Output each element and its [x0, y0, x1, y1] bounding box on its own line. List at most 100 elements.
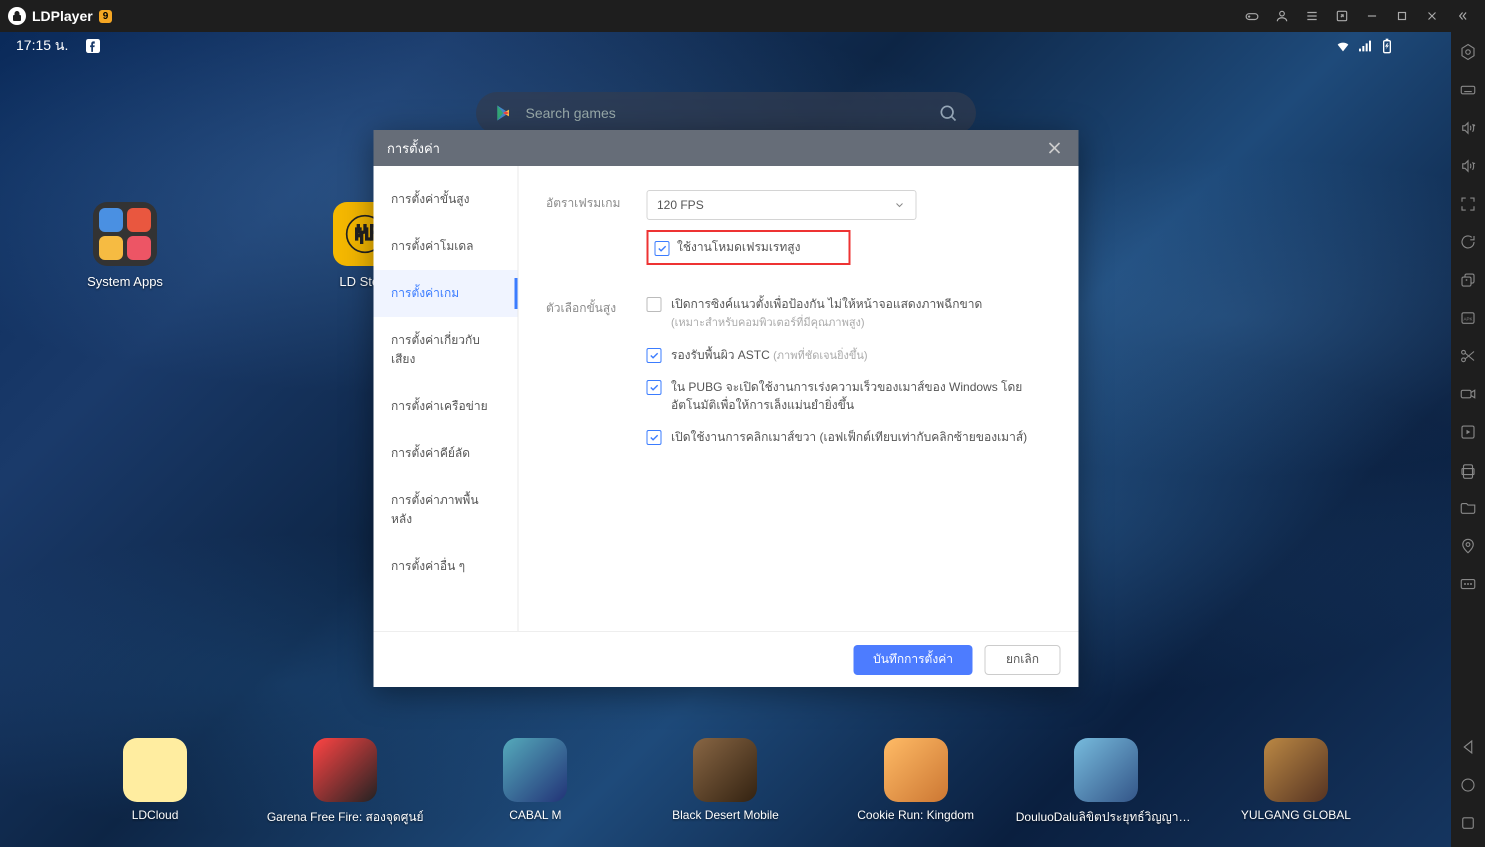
fullscreen-icon[interactable] [1458, 194, 1478, 214]
search-icon[interactable] [938, 103, 958, 123]
sidebar-item-6[interactable]: การตั้งค่าภาพพื้นหลัง [373, 477, 517, 543]
chevron-down-icon [893, 199, 905, 211]
sidebar-item-1[interactable]: การตั้งค่าโมเดล [373, 223, 517, 270]
taskbar-img [1264, 738, 1328, 802]
framerate-dropdown[interactable]: 120 FPS [646, 190, 916, 220]
astc-label: รองรับพื้นผิว ASTC [671, 348, 770, 362]
version-badge: 9 [99, 10, 113, 23]
astc-checkbox[interactable] [646, 348, 661, 363]
home-nav-icon[interactable] [1458, 775, 1478, 795]
rightclick-checkbox[interactable] [646, 430, 661, 445]
sidebar-item-4[interactable]: การตั้งค่าเครือข่าย [373, 383, 517, 430]
pubg-checkbox[interactable] [646, 380, 661, 395]
volume-down-icon[interactable] [1458, 156, 1478, 176]
modal-footer: บันทึกการตั้งค่า ยกเลิก [373, 631, 1078, 687]
sidebar-item-3[interactable]: การตั้งค่าเกี่ยวกับเสียง [373, 317, 517, 383]
taskbar-item-5[interactable]: DouluoDaluลิขิตประยุทธ์วิญญาณาจารย์ [1031, 738, 1181, 827]
search-input[interactable] [526, 105, 926, 121]
framerate-label: อัตราเฟรมเกม [546, 190, 626, 213]
operation-record-icon[interactable] [1458, 422, 1478, 442]
pubg-label: ใน PUBG จะเปิดใช้งานการเร่งความเร็วของเม… [671, 380, 1022, 412]
gamepad-icon[interactable] [1237, 1, 1267, 31]
taskbar-label: LDCloud [132, 808, 179, 822]
location-icon[interactable] [1458, 536, 1478, 556]
play-store-icon [494, 103, 514, 123]
menu-icon[interactable] [1297, 1, 1327, 31]
high-fps-label: ใช้งานโหมดเฟรมเรทสูง [677, 238, 800, 257]
save-button[interactable]: บันทึกการตั้งค่า [853, 645, 973, 675]
modal-header: การตั้งค่า [373, 130, 1078, 166]
high-fps-checkbox[interactable] [654, 241, 669, 256]
multi-instance-icon[interactable] [1458, 270, 1478, 290]
logo-mark-icon [8, 7, 26, 25]
facebook-icon[interactable] [86, 39, 100, 53]
system-apps-icon[interactable]: System Apps [80, 202, 170, 289]
close-icon[interactable] [1044, 138, 1064, 158]
popout-icon[interactable] [1327, 1, 1357, 31]
titlebar: LDPlayer 9 [0, 0, 1485, 32]
volume-up-icon[interactable] [1458, 118, 1478, 138]
app-name: LDPlayer [32, 8, 93, 24]
cancel-button[interactable]: ยกเลิก [985, 645, 1060, 675]
search-bar[interactable] [476, 92, 976, 134]
apk-icon[interactable]: APK [1458, 308, 1478, 328]
modal-sidebar: การตั้งค่าขั้นสูงการตั้งค่าโมเดลการตั้งค… [373, 166, 518, 631]
astc-sublabel: (ภาพที่ชัดเจนยิ่งขึ้น) [773, 350, 867, 362]
taskbar-item-4[interactable]: Cookie Run: Kingdom [841, 738, 991, 827]
settings-gear-icon[interactable] [1458, 42, 1478, 62]
sidebar-item-0[interactable]: การตั้งค่าขั้นสูง [373, 176, 517, 223]
taskbar-img [503, 738, 567, 802]
minimize-button[interactable] [1357, 1, 1387, 31]
taskbar-item-6[interactable]: YULGANG GLOBAL [1221, 738, 1371, 827]
taskbar-img [313, 738, 377, 802]
screenshot-icon[interactable] [1458, 460, 1478, 480]
sidebar-item-5[interactable]: การตั้งค่าคีย์ลัด [373, 430, 517, 477]
taskbar-item-0[interactable]: LDCloud [80, 738, 230, 827]
framerate-value: 120 FPS [657, 198, 704, 212]
taskbar-label: CABAL M [509, 808, 561, 822]
advanced-label: ตัวเลือกขั้นสูง [546, 295, 626, 318]
taskbar-item-1[interactable]: Garena Free Fire: สองจุดศูนย์ [270, 738, 420, 827]
vsync-sublabel: (เหมาะสำหรับคอมพิวเตอร์ที่มีคุณภาพสูง) [671, 317, 865, 329]
recent-nav-icon[interactable] [1458, 813, 1478, 833]
vsync-label: เปิดการซิงค์แนวตั้งเพื่อป้องกัน ไม่ให้หน… [671, 297, 982, 311]
sidebar-item-2[interactable]: การตั้งค่าเกม [373, 270, 517, 317]
rightclick-label: เปิดใช้งานการคลิกเมาส์ขวา (เอฟเฟ็กต์เทีย… [671, 430, 1027, 444]
battery-icon [1379, 38, 1395, 54]
folder-icon[interactable] [1458, 498, 1478, 518]
modal-content: อัตราเฟรมเกม 120 FPS ใช้งานโหมดเฟรมเรทสู… [518, 166, 1078, 631]
high-fps-highlight: ใช้งานโหมดเฟรมเรทสูง [646, 230, 850, 265]
signal-icon [1357, 38, 1373, 54]
system-apps-label: System Apps [87, 274, 163, 289]
sync-icon[interactable] [1458, 232, 1478, 252]
user-icon[interactable] [1267, 1, 1297, 31]
status-indicators [1335, 38, 1395, 54]
taskbar-item-3[interactable]: Black Desert Mobile [650, 738, 800, 827]
modal-title: การตั้งค่า [387, 138, 440, 159]
android-statusbar: 17:15 น. [0, 32, 1451, 60]
taskbar-label: YULGANG GLOBAL [1241, 808, 1351, 822]
taskbar-item-2[interactable]: CABAL M [460, 738, 610, 827]
app-logo: LDPlayer 9 [8, 7, 112, 25]
taskbar: LDCloud Garena Free Fire: สองจุดศูนย์ CABA… [0, 738, 1451, 827]
taskbar-label: Black Desert Mobile [672, 808, 779, 822]
back-nav-icon[interactable] [1458, 737, 1478, 757]
maximize-button[interactable] [1387, 1, 1417, 31]
desktop-icons: System Apps LD Store [80, 202, 410, 289]
collapse-sidebar-icon[interactable] [1447, 1, 1477, 31]
taskbar-label: Garena Free Fire: สองจุดศูนย์ [267, 808, 424, 827]
close-button[interactable] [1417, 1, 1447, 31]
taskbar-label: Cookie Run: Kingdom [857, 808, 974, 822]
tool-sidebar: APK [1451, 32, 1485, 847]
taskbar-img [123, 738, 187, 802]
keyboard-icon[interactable] [1458, 80, 1478, 100]
emulator-screen: 17:15 น. System Apps [0, 32, 1451, 847]
more-icon[interactable] [1458, 574, 1478, 594]
taskbar-img [884, 738, 948, 802]
scissors-icon[interactable] [1458, 346, 1478, 366]
vsync-checkbox[interactable] [646, 297, 661, 312]
taskbar-img [693, 738, 757, 802]
svg-text:APK: APK [1463, 316, 1472, 321]
sidebar-item-7[interactable]: การตั้งค่าอื่น ๆ [373, 543, 517, 590]
record-icon[interactable] [1458, 384, 1478, 404]
